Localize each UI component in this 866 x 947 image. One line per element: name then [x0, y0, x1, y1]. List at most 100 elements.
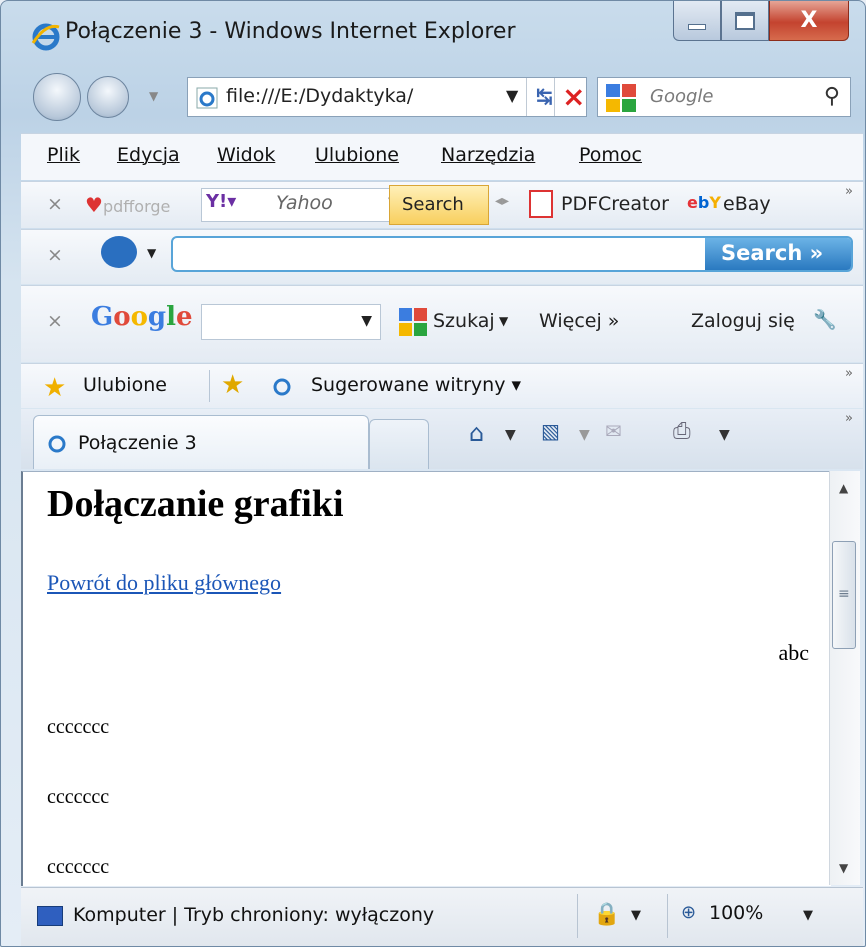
- maximize-button[interactable]: [721, 1, 769, 41]
- menu-widok[interactable]: Widok: [217, 144, 275, 166]
- suggested-sites-button[interactable]: Sugerowane witryny ▾: [311, 374, 521, 396]
- add-favorite-icon[interactable]: ★: [221, 370, 244, 400]
- chevron-down-icon[interactable]: ▼: [631, 908, 641, 923]
- szukaj-button[interactable]: Szukaj: [433, 310, 495, 332]
- page-heading: Dołączanie grafiki: [47, 483, 344, 525]
- chevron-down-icon[interactable]: ▼: [361, 313, 372, 329]
- scroll-thumb[interactable]: ≡: [832, 541, 856, 649]
- text-line: ccccccc: [47, 856, 110, 878]
- ie-icon: [48, 435, 66, 453]
- google-icon: [399, 308, 427, 336]
- menu-ulubione[interactable]: Ulubione: [315, 144, 399, 166]
- forward-button[interactable]: [87, 76, 129, 118]
- home-icon[interactable]: ⌂: [469, 419, 484, 447]
- chevron-down-icon[interactable]: ▼: [719, 427, 730, 443]
- menu-bar: Plik Edycja Widok Ulubione Narzędzia Pom…: [21, 133, 863, 180]
- search-icon[interactable]: ⚲: [824, 84, 840, 109]
- pdfforge-toolbar: × ♥pdfforge Y!▾ Yahoo ▼ Search ◂▸ PDFCre…: [21, 181, 863, 228]
- chevron-down-icon[interactable]: ▼: [803, 908, 813, 923]
- google-logo[interactable]: Google: [91, 302, 193, 332]
- separator: [667, 894, 668, 938]
- address-bar[interactable]: file:///E:/Dydaktyka/ ▼ ↹ ×: [187, 77, 587, 117]
- google-toolbar: × Google ▼ Szukaj ▼ Więcej » Zaloguj się…: [21, 285, 863, 362]
- tab-bar: Połączenie 3 ⌂ ▼ ▧ ▼ ✉ ⎙ ▼ »: [21, 409, 863, 469]
- back-button[interactable]: [33, 73, 81, 121]
- ie-icon: [273, 378, 291, 396]
- more-icon[interactable]: »: [845, 184, 853, 199]
- chevron-down-icon[interactable]: ▼: [505, 427, 516, 443]
- google-icon: [606, 84, 636, 112]
- zaloguj-link[interactable]: Zaloguj się: [691, 310, 795, 332]
- history-dropdown[interactable]: ▼: [149, 89, 158, 103]
- close-icon: X: [800, 8, 818, 33]
- wiecej-button[interactable]: Więcej »: [539, 310, 619, 332]
- refresh-icon[interactable]: ↹: [536, 84, 553, 108]
- pdfforge-logo[interactable]: ♥pdfforge: [85, 193, 170, 217]
- menu-edycja[interactable]: Edycja: [117, 144, 180, 166]
- search-placeholder: Google: [650, 86, 714, 107]
- close-button[interactable]: X: [769, 1, 849, 41]
- close-toolbar-icon[interactable]: ×: [47, 244, 63, 266]
- pdf-icon: [529, 190, 553, 218]
- back-to-main-link[interactable]: Powrót do pliku głównego: [47, 570, 281, 596]
- close-toolbar-icon[interactable]: ×: [47, 193, 63, 215]
- menu-pomoc[interactable]: Pomoc: [579, 144, 642, 166]
- google-search-input[interactable]: ▼: [201, 304, 381, 340]
- tab-active[interactable]: Połączenie 3: [33, 415, 369, 469]
- menu-plik[interactable]: Plik: [47, 144, 80, 166]
- right-aligned-text: abc: [778, 640, 809, 665]
- scroll-down-icon[interactable]: ▼: [839, 861, 848, 875]
- maximize-icon: [735, 11, 755, 30]
- new-tab-button[interactable]: [369, 419, 429, 469]
- rss-icon[interactable]: ▧: [541, 419, 560, 443]
- page-content: Dołączanie grafiki Powrót do pliku główn…: [21, 471, 831, 886]
- url-text[interactable]: file:///E:/Dydaktyka/: [226, 85, 526, 107]
- window-title: Połączenie 3 - Windows Internet Explorer: [65, 19, 516, 44]
- more-icon[interactable]: »: [845, 366, 853, 381]
- scroll-up-icon[interactable]: ▲: [839, 481, 848, 495]
- close-toolbar-icon[interactable]: ×: [47, 310, 63, 332]
- navigation-bar: ▼ file:///E:/Dydaktyka/ ▼ ↹ × Google ⚲: [1, 67, 865, 127]
- lock-icon[interactable]: 🔒: [593, 902, 620, 927]
- title-bar[interactable]: Połączenie 3 - Windows Internet Explorer…: [1, 1, 865, 65]
- stop-icon[interactable]: ×: [562, 80, 585, 113]
- yahoo-search-field[interactable]: Y!▾ Yahoo ▼: [201, 188, 407, 222]
- chevron-down-icon[interactable]: ▼: [579, 427, 590, 443]
- ebay-link[interactable]: eBay: [723, 193, 771, 215]
- bing-icon[interactable]: [101, 236, 137, 268]
- wrench-icon[interactable]: 🔧: [813, 308, 837, 331]
- chevron-down-icon[interactable]: ▼: [147, 246, 156, 260]
- ie-icon: [31, 23, 60, 51]
- tab-label: Połączenie 3: [78, 432, 197, 454]
- separator: [526, 78, 527, 116]
- favorites-button[interactable]: Ulubione: [83, 374, 167, 396]
- minimize-icon: [688, 23, 706, 30]
- mail-icon[interactable]: ✉: [605, 419, 622, 443]
- text-line: ccccccc: [47, 716, 110, 738]
- zoom-level[interactable]: 100%: [709, 902, 763, 924]
- bing-search-input[interactable]: Search »: [171, 236, 853, 272]
- grip-icon[interactable]: ◂▸: [495, 193, 509, 209]
- print-icon[interactable]: ⎙: [673, 419, 691, 444]
- address-dropdown[interactable]: ▼: [506, 86, 518, 105]
- yahoo-icon: Y!▾: [206, 191, 237, 212]
- window-controls: X: [673, 1, 849, 43]
- grip-icon: ≡: [838, 586, 850, 602]
- chevron-down-icon[interactable]: ▼: [499, 314, 508, 328]
- yahoo-search-button[interactable]: Search: [389, 185, 489, 225]
- status-bar: Komputer | Tryb chroniony: wyłączony 🔒 ▼…: [21, 887, 863, 946]
- menu-narzedzia[interactable]: Narzędzia: [441, 144, 535, 166]
- ebay-icon: ebY: [687, 193, 721, 212]
- browser-window: Połączenie 3 - Windows Internet Explorer…: [0, 0, 866, 947]
- bing-search-button[interactable]: Search »: [705, 238, 851, 270]
- search-box[interactable]: Google ⚲: [597, 77, 851, 117]
- separator: [554, 78, 555, 116]
- separator: [577, 894, 578, 938]
- yahoo-placeholder: Yahoo: [276, 192, 333, 214]
- pdfcreator-link[interactable]: PDFCreator: [561, 193, 669, 215]
- vertical-scrollbar[interactable]: ▲ ≡ ▼: [829, 471, 860, 885]
- computer-icon: [37, 906, 63, 926]
- more-icon[interactable]: »: [845, 411, 853, 426]
- minimize-button[interactable]: [673, 1, 721, 41]
- favorites-bar: ★ Ulubione ★ Sugerowane witryny ▾ »: [21, 363, 863, 408]
